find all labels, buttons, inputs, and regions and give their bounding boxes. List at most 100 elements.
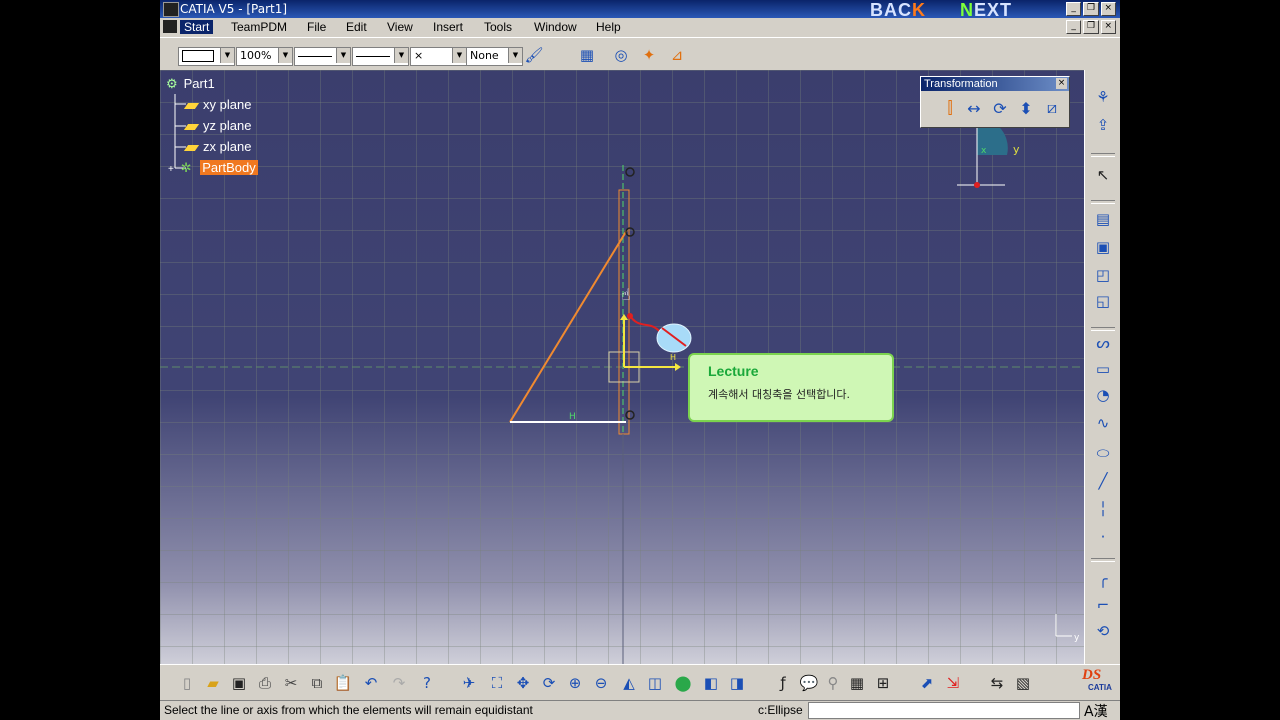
whats-this-icon[interactable]: ? [416,672,438,694]
restore-button[interactable]: ❐ [1083,2,1099,16]
measure-icon[interactable]: ⊞ [872,672,894,694]
visualization-icon[interactable]: ◱ [1092,290,1114,312]
painter-icon[interactable]: 🖌 [523,45,545,65]
point-type-combo[interactable]: × ▼ [410,47,467,66]
mirror-icon[interactable]: ⫿ [939,97,961,119]
menu-file[interactable]: File [307,20,326,34]
select-arrow-icon[interactable]: ↖ [1092,164,1114,186]
new-icon[interactable]: ▯ [176,672,198,694]
centerline-highlight[interactable] [618,189,630,435]
menu-tools[interactable]: Tools [484,20,512,34]
construction-element-icon[interactable]: ✦ [638,45,660,65]
menu-edit[interactable]: Edit [346,20,367,34]
measure-between-icon[interactable]: ⇲ [942,672,964,694]
separator [1091,558,1115,562]
pan-icon[interactable]: ✥ [512,672,534,694]
cut-part-icon[interactable]: ▣ [1092,236,1114,258]
chevron-down-icon: ▼ [508,48,522,63]
window-title: CATIA V5 - [Part1] [180,2,288,16]
catia-app-icon[interactable] [163,2,179,17]
transparency-combo[interactable]: 100% ▼ [236,47,293,66]
fit-all-icon[interactable]: ⛶ [486,672,508,694]
paste-icon[interactable]: 📋 [332,672,354,694]
point-icon[interactable]: · [1092,526,1114,548]
compass[interactable]: x y [955,125,1035,195]
spline-icon[interactable]: ∿ [1092,412,1114,434]
undo-icon[interactable]: ↶ [360,672,382,694]
geometric-constraints-icon[interactable]: ⊿ [666,45,688,65]
offset-icon[interactable]: ⧄ [1041,97,1063,119]
menu-window[interactable]: Window [534,20,577,34]
apply-material-icon[interactable]: ⬈ [916,672,938,694]
zoom-in-icon[interactable]: ⊕ [564,672,586,694]
fly-mode-icon[interactable]: ✈ [458,672,480,694]
translate-icon[interactable]: ↔ [963,97,985,119]
profile-icon[interactable]: ᔕ [1092,332,1114,354]
views-icon[interactable]: ◫ [644,672,666,694]
line-icon[interactable]: ╱ [1092,470,1114,492]
table-icon[interactable]: ▦ [846,672,868,694]
knowledge-icon[interactable]: ▧ [1012,672,1034,694]
line-type-combo[interactable]: ▼ [352,47,409,66]
catia-logo: DS CATIA [1082,667,1112,692]
redo-icon[interactable]: ↷ [388,672,410,694]
catalog-browser-icon[interactable]: ⇆ [986,672,1008,694]
ime-indicator[interactable]: A漢 [1084,701,1108,720]
menu-teampdm[interactable]: TeamPDM [231,20,287,34]
close-button[interactable]: × [1100,2,1116,16]
copy-icon[interactable]: ⧉ [306,672,328,694]
shading-icon[interactable]: ⬤ [672,672,694,694]
cut-icon[interactable]: ✂ [280,672,302,694]
layer-combo[interactable]: None ▼ [466,47,523,66]
ellipse-icon[interactable]: ⬭ [1092,442,1114,464]
rotate-icon[interactable]: ⟳ [989,97,1011,119]
document-menu-icon[interactable] [163,20,177,33]
formula-icon[interactable]: ƒ [772,672,794,694]
minimize-button[interactable]: _ [1066,2,1082,16]
corner-icon[interactable]: ╭ [1092,568,1114,590]
vertex-marker[interactable] [625,410,635,420]
grid-icon[interactable]: ▦ [576,45,598,65]
chamfer-icon[interactable]: ⌐ [1092,594,1114,616]
save-icon[interactable]: ▣ [228,672,250,694]
menu-start[interactable]: Start [180,20,214,34]
sketch-mode-icon[interactable]: ◰ [1092,264,1114,286]
normal-view-icon[interactable]: ◭ [618,672,640,694]
link-icon[interactable]: ⚲ [822,672,844,694]
vertex-marker[interactable] [625,227,635,237]
open-icon[interactable]: ▰ [202,672,224,694]
rotate-view-icon[interactable]: ⟳ [538,672,560,694]
circle-icon[interactable]: ◔ [1092,384,1114,406]
zoom-out-icon[interactable]: ⊖ [590,672,612,694]
power-input[interactable] [808,702,1080,719]
line-thickness-combo[interactable]: ▼ [294,47,351,66]
exit-workbench-icon[interactable]: ⚘ [1092,86,1114,108]
snap-to-point-icon[interactable]: ◎ [610,45,632,65]
transformation-title[interactable]: Transformation [921,77,1069,91]
doc-close-button[interactable]: × [1100,20,1116,34]
color-combo[interactable]: ▼ [178,47,235,66]
menu-insert[interactable]: Insert [433,20,463,34]
title-bar: CATIA V5 - [Part1] BACK NEXT _ ❐ × [160,0,1120,20]
sketch-line-hypotenuse[interactable] [509,229,628,423]
separator [1091,153,1115,157]
comment-icon[interactable]: 💬 [798,672,820,694]
rectangle-icon[interactable]: ▭ [1092,358,1114,380]
vertex-marker[interactable] [625,167,635,177]
menu-help[interactable]: Help [596,20,621,34]
swap-space-icon[interactable]: ◨ [726,672,748,694]
doc-minimize-button[interactable]: _ [1066,20,1082,34]
h-axis-marker: H [670,353,676,362]
print-icon[interactable]: ⎙ [254,672,276,694]
geometry-canvas[interactable]: ⚙ Part1 xy plane yz plane zx plane + ✲ P… [160,70,1084,664]
hide-show-icon[interactable]: ◧ [700,672,722,694]
transformation-close-button[interactable]: × [1056,78,1067,89]
doc-restore-button[interactable]: ❐ [1083,20,1099,34]
relimitation-icon[interactable]: ⟲ [1092,620,1114,642]
axis-icon[interactable]: ╎ [1092,498,1114,520]
h-axis-arrowhead [675,363,681,371]
export-icon[interactable]: ⇪ [1092,114,1114,136]
scale-icon[interactable]: ⬍ [1015,97,1037,119]
menu-view[interactable]: View [387,20,413,34]
normal-view-icon[interactable]: ▤ [1092,208,1114,230]
